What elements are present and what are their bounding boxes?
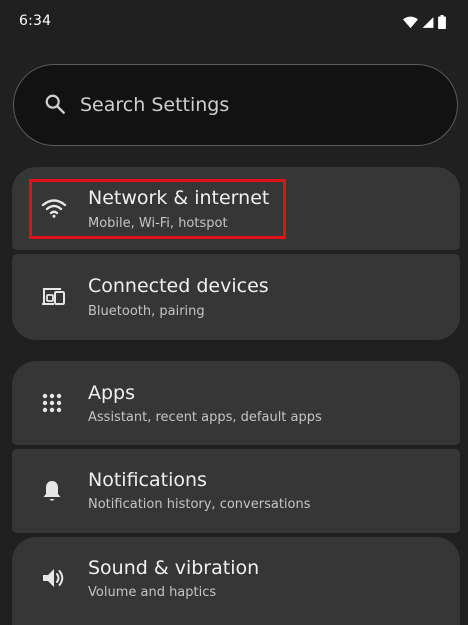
row-subtitle: Mobile, Wi-Fi, hotspot	[88, 216, 228, 231]
settings-item-sound[interactable]: Sound & vibration Volume and haptics	[12, 537, 460, 625]
row-subtitle: Bluetooth, pairing	[88, 304, 205, 319]
apps-grid-icon	[41, 392, 63, 418]
row-subtitle: Assistant, recent apps, default apps	[88, 410, 322, 425]
connected-devices-icon	[41, 286, 67, 310]
status-icons	[403, 14, 446, 30]
battery-icon	[438, 15, 446, 29]
cell-signal-icon	[422, 16, 434, 29]
row-title: Apps	[88, 382, 136, 404]
settings-item-network[interactable]: Network & internet Mobile, Wi-Fi, hotspo…	[12, 167, 460, 250]
bell-icon	[41, 479, 63, 507]
row-subtitle: Volume and haptics	[88, 585, 217, 600]
search-placeholder: Search Settings	[80, 94, 230, 116]
settings-item-apps[interactable]: Apps Assistant, recent apps, default app…	[12, 361, 460, 445]
status-bar: 6:34	[0, 0, 468, 44]
row-subtitle: Notification history, conversations	[88, 497, 311, 512]
row-title: Sound & vibration	[88, 557, 260, 579]
wifi-icon	[403, 16, 418, 29]
status-time: 6:34	[19, 13, 52, 29]
wifi-icon	[41, 198, 67, 222]
settings-item-notifications[interactable]: Notifications Notification history, conv…	[12, 449, 460, 533]
search-bar[interactable]: Search Settings	[13, 64, 458, 146]
speaker-icon	[41, 567, 67, 593]
row-title: Network & internet	[88, 187, 270, 209]
row-title: Connected devices	[88, 275, 269, 297]
search-icon	[44, 93, 66, 119]
settings-item-connected-devices[interactable]: Connected devices Bluetooth, pairing	[12, 254, 460, 340]
row-title: Notifications	[88, 469, 207, 491]
